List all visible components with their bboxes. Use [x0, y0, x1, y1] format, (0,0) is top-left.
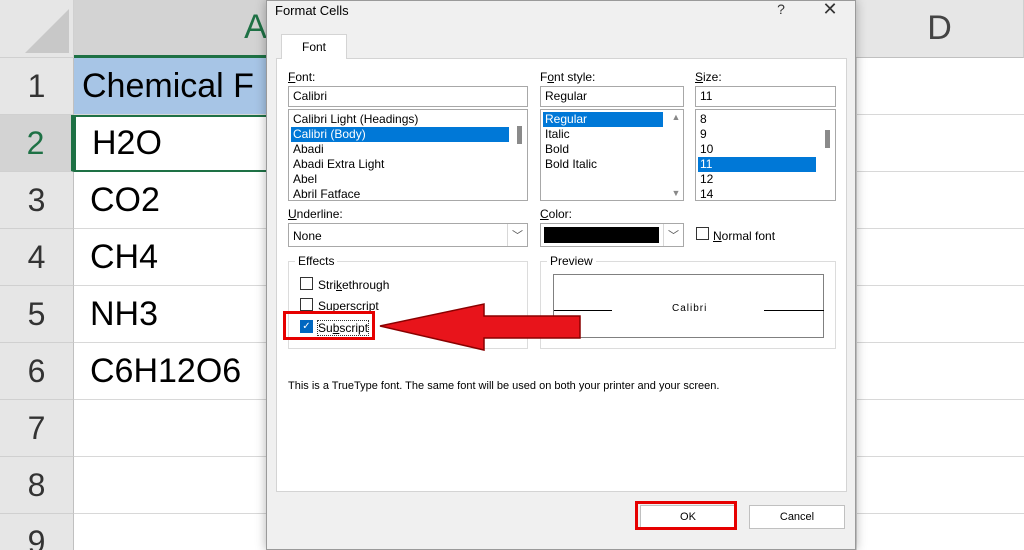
font-list[interactable]: Calibri Light (Headings) Calibri (Body) …	[288, 109, 528, 201]
underline-select[interactable]: None ﹀	[288, 223, 528, 247]
font-style-label-rest: nt style:	[554, 70, 596, 84]
help-button[interactable]: ?	[771, 1, 791, 17]
scroll-up-icon[interactable]: ▲	[670, 112, 682, 122]
color-label: Color:	[540, 207, 572, 221]
cell-a6[interactable]: C6H12O6	[74, 343, 274, 400]
close-button[interactable]: ✕	[819, 0, 841, 20]
row-header-8[interactable]: 8	[0, 457, 74, 514]
scroll-thumb[interactable]	[517, 126, 522, 144]
ok-highlight-box	[635, 501, 737, 530]
font-style-item[interactable]: Bold	[543, 142, 663, 157]
preview-caption: Preview	[547, 254, 596, 268]
size-list-item[interactable]: 12	[698, 172, 816, 187]
font-input[interactable]: Calibri	[288, 86, 528, 107]
color-select[interactable]: ﹀	[540, 223, 684, 247]
font-list-item[interactable]: Calibri Light (Headings)	[291, 112, 509, 127]
row-header-7[interactable]: 7	[0, 400, 74, 457]
cell-a1[interactable]: Chemical F	[74, 58, 274, 115]
font-style-item[interactable]: Bold Italic	[543, 157, 663, 172]
font-list-item[interactable]: Abril Fatface	[291, 187, 509, 200]
normal-font-label-rest: ormal font	[721, 229, 776, 243]
font-style-scrollbar[interactable]: ▲ ▼	[669, 110, 683, 200]
row-header-6[interactable]: 6	[0, 343, 74, 400]
cell-a4[interactable]: CH4	[74, 229, 274, 286]
normal-font-label[interactable]: Normal font	[713, 229, 775, 243]
font-style-label: Font style:	[540, 70, 595, 84]
underline-value: None	[293, 229, 322, 243]
font-list-item[interactable]: Abel	[291, 172, 509, 187]
cancel-button[interactable]: Cancel	[749, 505, 845, 529]
size-label-key: S	[695, 70, 704, 84]
cell-a3[interactable]: CO2	[74, 172, 274, 229]
font-tab-panel: Font: Calibri Calibri Light (Headings) C…	[276, 58, 847, 492]
preview-baseline-right	[764, 310, 824, 311]
strikethrough-label[interactable]: Strikethrough	[318, 278, 389, 292]
scroll-down-icon[interactable]: ▼	[670, 188, 682, 198]
size-list-item[interactable]: 10	[698, 142, 816, 157]
column-header-d[interactable]: D	[856, 0, 1024, 58]
row-header-9[interactable]: 9	[0, 514, 74, 550]
size-list-item[interactable]: 9	[698, 127, 816, 142]
row-header-2[interactable]: 2	[0, 115, 74, 172]
red-arrow-icon	[379, 303, 581, 351]
color-label-key: C	[540, 207, 549, 221]
size-list[interactable]: 8 9 10 11 12 14	[695, 109, 836, 201]
arrow-shape	[379, 303, 581, 351]
row-header-1[interactable]: 1	[0, 58, 74, 115]
font-list-item-selected[interactable]: Calibri (Body)	[291, 127, 509, 142]
underline-label-key: U	[288, 207, 297, 221]
size-label-rest: ize:	[703, 70, 722, 84]
size-input[interactable]: 11	[695, 86, 836, 107]
font-list-item[interactable]: Abadi	[291, 142, 509, 157]
font-label: Font:	[288, 70, 315, 84]
font-style-item[interactable]: Italic	[543, 127, 663, 142]
preview-sample: Calibri	[672, 303, 708, 314]
scroll-thumb[interactable]	[825, 130, 830, 148]
size-label: Size:	[695, 70, 722, 84]
chevron-down-icon[interactable]: ﹀	[663, 224, 683, 246]
strikethrough-pre: Stri	[318, 278, 336, 292]
font-list-scrollbar[interactable]	[513, 110, 527, 200]
format-cells-dialog: Format Cells ? ✕ Font Font: Calibri Cali…	[266, 0, 856, 550]
normal-font-label-key: N	[713, 229, 722, 243]
font-label-rest: ont:	[295, 70, 316, 84]
select-all-triangle	[25, 9, 69, 53]
dialog-title: Format Cells	[275, 3, 349, 18]
strikethrough-checkbox[interactable]	[300, 277, 313, 290]
superscript-checkbox[interactable]	[300, 298, 313, 311]
normal-font-checkbox[interactable]	[696, 227, 709, 240]
font-list-item[interactable]: Abadi Extra Light	[291, 157, 509, 172]
cell-a2[interactable]: H2O	[74, 115, 274, 172]
row-header-5[interactable]: 5	[0, 286, 74, 343]
subscript-highlight-box	[283, 311, 375, 340]
font-style-input[interactable]: Regular	[540, 86, 684, 107]
underline-label: Underline:	[288, 207, 343, 221]
font-style-list[interactable]: Regular Italic Bold Bold Italic ▲ ▼	[540, 109, 684, 201]
size-list-scrollbar[interactable]	[821, 110, 835, 200]
size-list-item[interactable]: 8	[698, 112, 816, 127]
size-list-item[interactable]: 14	[698, 187, 816, 200]
strikethrough-post: ethrough	[342, 278, 390, 292]
underline-label-rest: nderline:	[296, 207, 343, 221]
tab-font[interactable]: Font	[281, 34, 347, 59]
preview-box: Calibri	[553, 274, 824, 338]
chevron-down-icon[interactable]: ﹀	[507, 224, 527, 246]
select-all-corner[interactable]	[0, 0, 74, 58]
color-label-rest: olor:	[548, 207, 573, 221]
font-style-item-selected[interactable]: Regular	[543, 112, 663, 127]
size-list-item-selected[interactable]: 11	[698, 157, 816, 172]
cell-a5[interactable]: NH3	[74, 286, 274, 343]
dialog-titlebar[interactable]: Format Cells ? ✕	[267, 0, 855, 27]
row-header-4[interactable]: 4	[0, 229, 74, 286]
row-header-3[interactable]: 3	[0, 172, 74, 229]
effects-caption: Effects	[295, 254, 338, 268]
truetype-info: This is a TrueType font. The same font w…	[288, 380, 720, 392]
color-swatch	[544, 227, 659, 243]
